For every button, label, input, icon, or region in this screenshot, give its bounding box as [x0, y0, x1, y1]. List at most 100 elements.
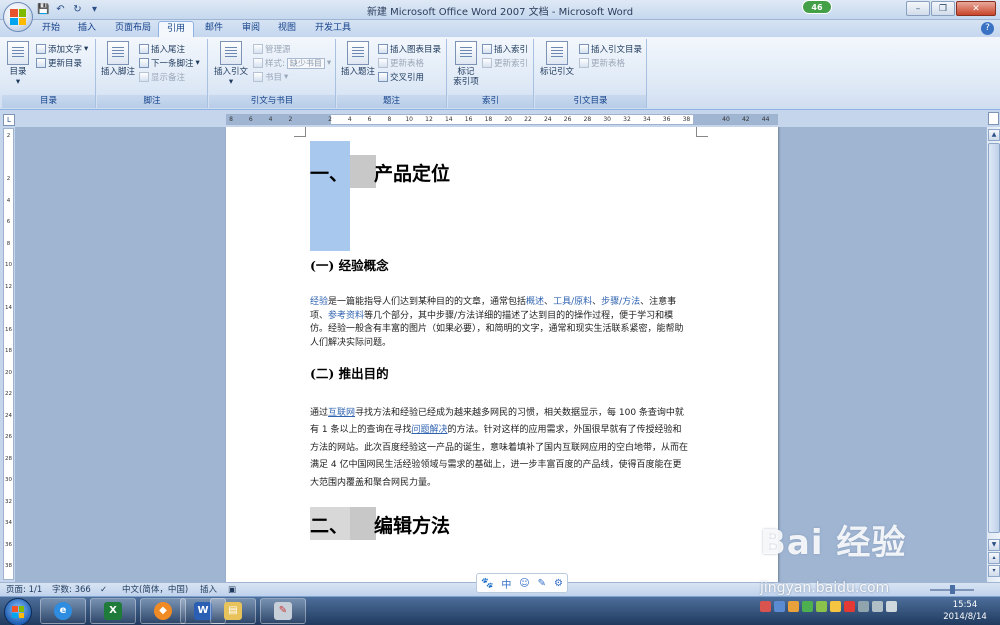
taskbar-ie[interactable]: e — [40, 598, 86, 624]
language-indicator[interactable]: 中文(简体，中国) — [122, 584, 188, 596]
tray-icon-5[interactable] — [816, 601, 827, 612]
toc-button[interactable]: 目录 ▾ — [7, 41, 29, 87]
insert-footnote-button[interactable]: 插入脚注 — [100, 41, 136, 77]
link-problem-solving[interactable]: 问题解决 — [411, 425, 447, 435]
macro-record-icon[interactable]: ▣ — [228, 584, 236, 596]
update-toa-button[interactable]: 更新表格 — [579, 57, 625, 69]
link-jingyan[interactable]: 经验 — [310, 297, 328, 307]
previous-page-icon[interactable]: ▴ — [988, 552, 1000, 564]
next-footnote-button[interactable]: 下一条脚注 ▾ — [139, 57, 200, 69]
link-references[interactable]: 参考资料 — [328, 311, 364, 321]
taskbar-paint[interactable]: ✎ — [260, 598, 306, 624]
update-table-button[interactable]: 更新表格 — [378, 57, 424, 69]
tab-review[interactable]: 审阅 — [234, 21, 268, 37]
ime-paw-icon[interactable]: 🐾 — [481, 578, 493, 589]
vertical-scrollbar[interactable]: ▲ ▼ ▴ ▾ — [986, 127, 1000, 582]
cross-reference-button[interactable]: 交叉引用 — [378, 71, 424, 83]
update-toc-button[interactable]: 更新目录 — [36, 57, 82, 69]
office-button[interactable] — [3, 2, 33, 32]
tray-icon-3[interactable] — [788, 601, 799, 612]
minimize-button[interactable]: – — [906, 1, 930, 16]
mark-entry-button[interactable]: 标记 索引项 — [451, 41, 481, 87]
tray-icon-7[interactable] — [844, 601, 855, 612]
insert-endnote-label: 插入尾注 — [151, 45, 186, 55]
next-page-icon[interactable]: ▾ — [988, 565, 1000, 577]
tray-icon-8[interactable] — [858, 601, 869, 612]
vertical-ruler[interactable]: 2 2 4 6 8 10 12 14 16 18 20 22 24 26 28 30 32 34 36 38 — [3, 128, 14, 580]
insert-citation-button[interactable]: 插入引文 ▾ — [212, 41, 250, 87]
notification-badge[interactable]: 46 — [802, 0, 832, 14]
style-select[interactable]: 样式: 缺少书目 ▾ — [253, 57, 331, 69]
insert-mode[interactable]: 插入 — [200, 584, 217, 596]
tab-view[interactable]: 视图 — [270, 21, 304, 37]
tray-icon-4[interactable] — [802, 601, 813, 612]
volume-icon[interactable] — [886, 601, 897, 612]
insert-index-button[interactable]: 插入索引 — [482, 43, 528, 55]
manage-sources-button[interactable]: 管理源 — [253, 43, 291, 55]
group-citations: 插入引文 ▾ 管理源 样式: 缺少书目 ▾ 书目 ▾ 引文与书目 — [209, 39, 336, 108]
tab-insert[interactable]: 插入 — [70, 21, 104, 37]
document-area[interactable]: 一、 产品定位 (一) 经验概念 经验是一篇能指导人们达到某种目的的文章，通常包括… — [15, 127, 986, 582]
link-internet[interactable]: 互联网 — [328, 408, 355, 418]
ime-emoji-icon[interactable]: ☺ — [519, 578, 529, 589]
document-page[interactable]: 一、 产品定位 (一) 经验概念 经验是一篇能指导人们达到某种目的的文章，通常包括… — [226, 127, 778, 582]
tab-page-layout[interactable]: 页面布局 — [107, 21, 159, 37]
tab-developer[interactable]: 开发工具 — [307, 21, 359, 37]
add-text-button[interactable]: 添加文字 ▾ — [36, 43, 88, 55]
style-value[interactable]: 缺少书目 — [286, 57, 325, 69]
next-footnote-label: 下一条脚注 — [151, 59, 194, 69]
subheading-1[interactable]: (一) 经验概念 — [310, 255, 389, 274]
tab-references[interactable]: 引用 — [158, 21, 195, 37]
show-notes-button[interactable]: 显示备注 — [139, 71, 185, 83]
update-table-icon — [378, 58, 388, 68]
tray-icon-6[interactable] — [830, 601, 841, 612]
scrollbar-thumb[interactable] — [988, 143, 1000, 533]
ime-chinese-toggle[interactable]: 中 — [501, 576, 511, 591]
start-button[interactable] — [4, 598, 32, 625]
ruler-tick: 20 — [504, 116, 513, 123]
proofing-icon[interactable]: ✓ — [100, 584, 107, 596]
tab-mailings[interactable]: 邮件 — [197, 21, 231, 37]
insert-caption-button[interactable]: 插入题注 — [340, 41, 376, 77]
taskbar-explorer[interactable]: ▤ — [210, 598, 256, 624]
paragraph-1-text-1: 是一篇能指导人们达到某种目的的文章，通常包括 — [328, 297, 527, 307]
paragraph-1-text-3: 等几个部分，其中步骤/方法详细的描述了达到目的的操作过程，便于学习和模仿。经验一… — [310, 310, 684, 348]
mark-citation-button[interactable]: 标记引文 — [539, 41, 575, 77]
link-tools[interactable]: 工具/原料 — [553, 297, 592, 307]
restore-button[interactable]: ❐ — [931, 1, 955, 16]
bibliography-button[interactable]: 书目 ▾ — [253, 71, 288, 83]
paragraph-2[interactable]: 通过互联网寻找方法和经验已经成为越来越多网民的习惯，相关数据显示，每 100 条… — [310, 405, 690, 492]
ruler-tick: 44 — [761, 116, 770, 123]
tray-icon-2[interactable] — [774, 601, 785, 612]
ruler-tick: 38 — [682, 116, 691, 123]
insert-toa-button[interactable]: 插入引文目录 — [579, 43, 642, 55]
system-clock[interactable]: 15:54 2014/8/14 — [940, 599, 990, 623]
update-index-button[interactable]: 更新索引 — [482, 57, 528, 69]
ime-handwriting-icon[interactable]: ✎ — [538, 578, 546, 589]
horizontal-ruler[interactable]: 8 6 4 2 2 4 6 8 10 12 14 16 18 20 22 24 26 28 30 32 34 36 38 40… — [226, 114, 778, 125]
zoom-slider-thumb[interactable] — [950, 585, 955, 594]
word-count[interactable]: 字数: 366 — [52, 584, 91, 596]
scroll-down-icon[interactable]: ▼ — [988, 539, 1000, 551]
help-icon[interactable]: ? — [981, 22, 994, 35]
group-table-of-authorities: 标记引文 插入引文目录 更新表格 引文目录 — [535, 39, 647, 108]
paragraph-1[interactable]: 经验是一篇能指导人们达到某种目的的文章，通常包括概述、工具/原料、步骤/方法、注… — [310, 296, 690, 350]
taskbar-excel[interactable]: X — [90, 598, 136, 624]
heading-1[interactable]: 一、 产品定位 — [310, 159, 450, 186]
insert-endnote-button[interactable]: 插入尾注 — [139, 43, 185, 55]
insert-table-of-figures-button[interactable]: 插入图表目录 — [378, 43, 441, 55]
ime-settings-icon[interactable]: ⚙ — [554, 578, 563, 589]
link-overview[interactable]: 概述 — [526, 297, 544, 307]
tray-icon-1[interactable] — [760, 601, 771, 612]
network-icon[interactable] — [872, 601, 883, 612]
ruler-tick: 24 — [5, 412, 12, 419]
page-count[interactable]: 页面: 1/1 — [6, 584, 42, 596]
heading-2[interactable]: 二、 编辑方法 — [310, 511, 450, 538]
tab-selector-icon[interactable]: L — [3, 114, 15, 126]
link-steps[interactable]: 步骤/方法 — [601, 297, 640, 307]
tab-home[interactable]: 开始 — [34, 21, 68, 37]
view-ruler-icon[interactable] — [988, 112, 999, 125]
subheading-2[interactable]: (二) 推出目的 — [310, 363, 389, 382]
close-button[interactable]: ✕ — [956, 1, 996, 16]
scroll-up-icon[interactable]: ▲ — [988, 129, 1000, 141]
